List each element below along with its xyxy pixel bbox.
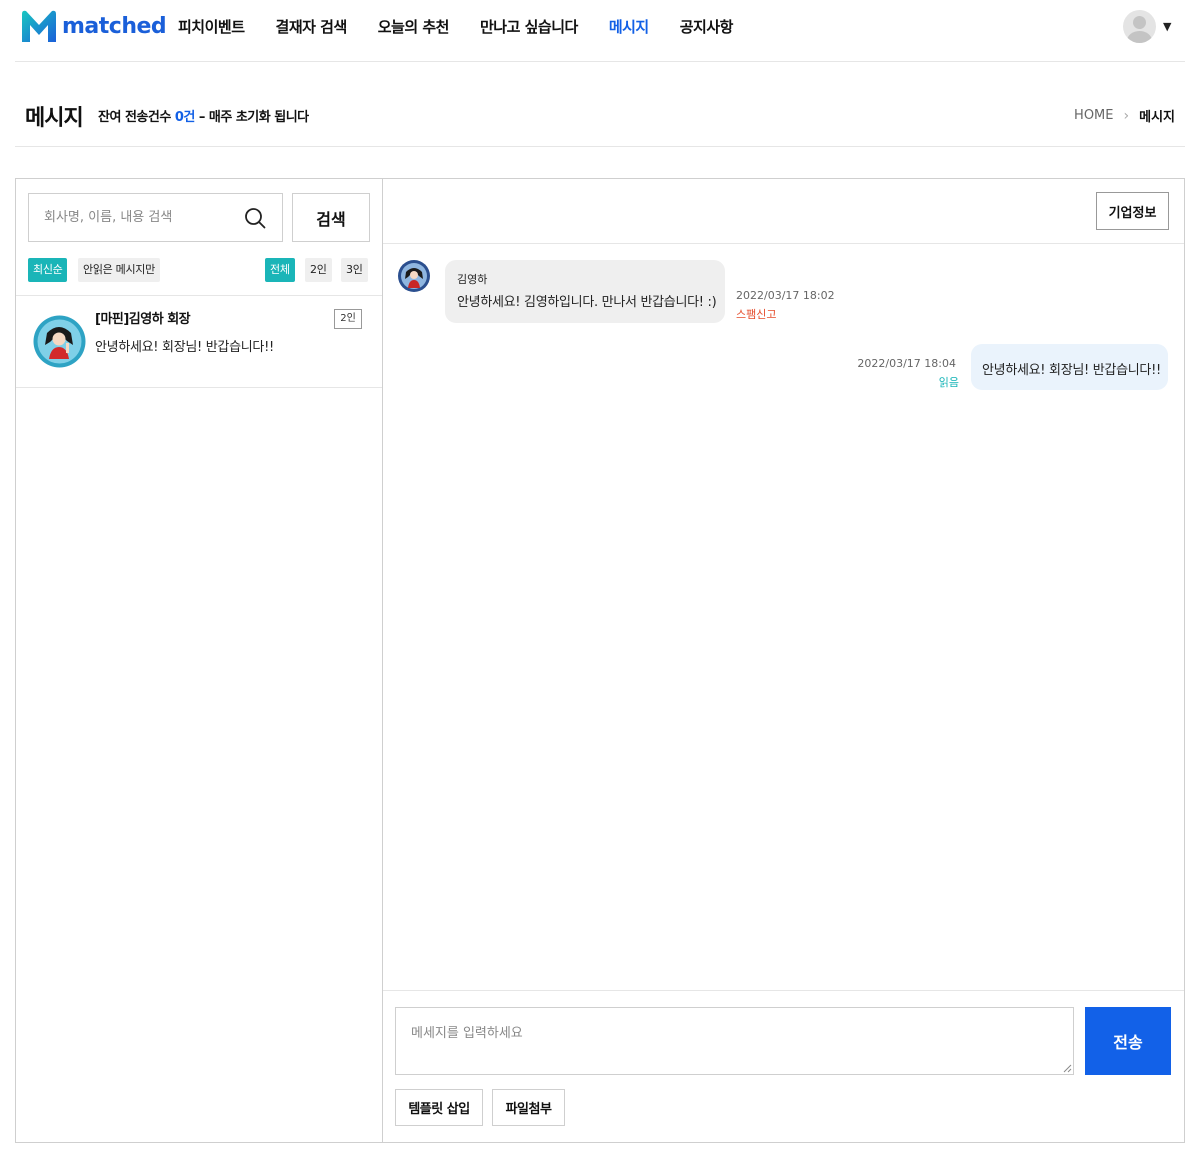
- quota-suffix: – 매주 초기화 됩니다: [198, 110, 309, 125]
- quota-count: 0건: [174, 110, 196, 125]
- send-button[interactable]: 전송: [1085, 1007, 1171, 1075]
- logo-m-icon: [22, 10, 56, 43]
- outgoing-message-bubble: 안녕하세요! 회장님! 반갑습니다!!: [971, 344, 1168, 390]
- message-text: 안녕하세요! 회장님! 반갑습니다!!: [982, 363, 1161, 378]
- company-info-button[interactable]: 기업정보: [1096, 192, 1169, 230]
- nav-approver-search[interactable]: 결재자 검색: [276, 16, 348, 37]
- read-status: 읽음: [938, 376, 959, 389]
- message-time: 2022/03/17 18:04: [857, 357, 956, 370]
- nav-today-recommend[interactable]: 오늘의 추천: [378, 16, 450, 37]
- conversation-panel: 검색 최신순 안읽은 메시지만 전체 2인 3인 [마핀]김영하 회장 2인 안…: [16, 179, 383, 1142]
- filter-chips: 최신순 안읽은 메시지만 전체 2인 3인: [28, 258, 371, 282]
- title-divider: [15, 146, 1185, 147]
- size-3-chip[interactable]: 3인: [341, 258, 368, 282]
- spam-report-link[interactable]: 스팸신고: [736, 306, 776, 322]
- message-sender: 김영하: [457, 273, 488, 286]
- sender-avatar-icon: [398, 260, 430, 292]
- breadcrumb: HOME › 메시지: [1074, 106, 1175, 126]
- caret-down-icon[interactable]: ▼: [1163, 20, 1171, 33]
- chevron-right-icon: ›: [1123, 107, 1130, 124]
- conversation-name: [마핀]김영하 회장: [95, 312, 191, 327]
- incoming-message-bubble: 김영하 안녕하세요! 김영하입니다. 만나서 반갑습니다! :): [445, 260, 725, 323]
- size-all-chip[interactable]: 전체: [265, 258, 295, 282]
- attach-file-button[interactable]: 파일첨부: [492, 1089, 565, 1126]
- quota-info: 잔여 전송건수 0건 – 매주 초기화 됩니다: [98, 106, 309, 125]
- search-button[interactable]: 검색: [292, 193, 370, 242]
- title-row: 메시지 잔여 전송건수 0건 – 매주 초기화 됩니다 HOME › 메시지: [0, 62, 1200, 148]
- search-icon[interactable]: [244, 207, 266, 229]
- main-nav: 피치이벤트 결재자 검색 오늘의 추천 만나고 싶습니다 메시지 공지사항: [178, 16, 733, 37]
- resize-grip-icon[interactable]: [1063, 1064, 1072, 1073]
- breadcrumb-current: 메시지: [1139, 110, 1175, 125]
- conversation-item[interactable]: [마핀]김영하 회장 2인 안녕하세요! 회장님! 반갑습니다!!: [16, 296, 382, 388]
- search-box: [28, 193, 283, 242]
- message-input[interactable]: [395, 1007, 1074, 1075]
- nav-want-to-meet[interactable]: 만나고 싶습니다: [480, 16, 578, 37]
- nav-notices[interactable]: 공지사항: [680, 16, 734, 37]
- conversation-preview: 안녕하세요! 회장님! 반갑습니다!!: [95, 340, 274, 355]
- quota-prefix: 잔여 전송건수: [98, 110, 171, 125]
- compose-divider: [383, 990, 1184, 991]
- top-header: matched 피치이벤트 결재자 검색 오늘의 추천 만나고 싶습니다 메시지…: [0, 0, 1200, 62]
- user-avatar-icon[interactable]: [1123, 10, 1156, 43]
- sort-latest-chip[interactable]: 최신순: [28, 258, 68, 282]
- logo-text: matched: [62, 13, 167, 39]
- messenger-frame: 검색 최신순 안읽은 메시지만 전체 2인 3인 [마핀]김영하 회장 2인 안…: [15, 178, 1185, 1143]
- sort-unread-chip[interactable]: 안읽은 메시지만: [78, 258, 160, 282]
- chat-header-divider: [383, 243, 1184, 244]
- contact-avatar-icon: [33, 315, 86, 368]
- search-input[interactable]: [29, 194, 239, 241]
- nav-messages[interactable]: 메시지: [609, 16, 649, 37]
- message-text: 안녕하세요! 김영하입니다. 만나서 반갑습니다! :): [457, 295, 717, 310]
- member-count-badge: 2인: [334, 309, 362, 329]
- insert-template-button[interactable]: 템플릿 삽입: [395, 1089, 483, 1126]
- size-2-chip[interactable]: 2인: [305, 258, 332, 282]
- chat-panel: 기업정보 김영하 안녕하세요! 김영하입니다. 만나서 반갑습니다! :) 20…: [383, 179, 1184, 1142]
- nav-pitch-event[interactable]: 피치이벤트: [178, 16, 245, 37]
- breadcrumb-home[interactable]: HOME: [1074, 108, 1113, 123]
- message-time: 2022/03/17 18:02: [736, 289, 835, 302]
- page-title: 메시지: [25, 106, 84, 131]
- logo[interactable]: matched: [20, 8, 167, 44]
